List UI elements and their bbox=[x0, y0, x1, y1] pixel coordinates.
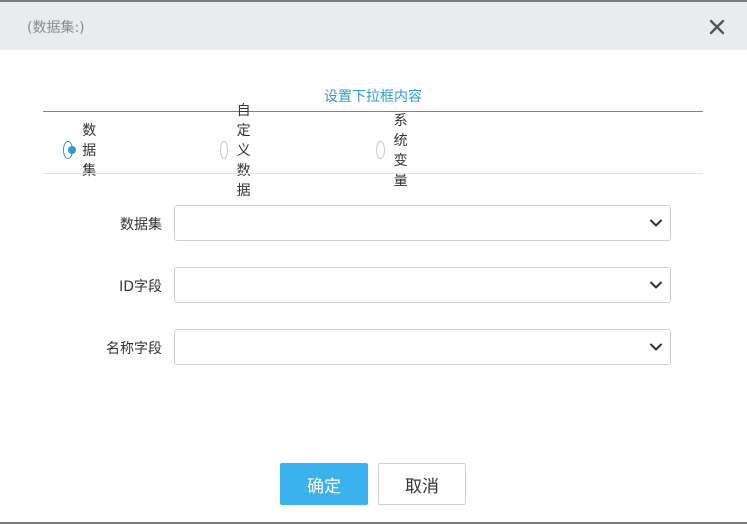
radio-label: 系统变量 bbox=[393, 113, 408, 189]
radio-circle[interactable] bbox=[63, 141, 77, 159]
radio-circle[interactable] bbox=[376, 141, 385, 159]
name-field-select[interactable] bbox=[174, 329, 671, 365]
form-row-id-field: ID字段 bbox=[0, 267, 747, 303]
id-field-select[interactable] bbox=[174, 267, 671, 303]
dataset-select[interactable] bbox=[174, 205, 671, 241]
name-field-label: 名称字段 bbox=[106, 341, 162, 357]
section-underline bbox=[43, 111, 703, 112]
chevron-down-icon bbox=[650, 219, 662, 227]
cancel-button[interactable]: 取消 bbox=[378, 463, 466, 505]
radio-circle[interactable] bbox=[220, 141, 228, 159]
radio-system-variable[interactable]: 系统变量 bbox=[376, 113, 417, 189]
dataset-label: 数据集 bbox=[120, 217, 162, 233]
radio-label: 数据集 bbox=[82, 123, 97, 179]
form-row-name-field: 名称字段 bbox=[0, 329, 747, 365]
id-field-label: ID字段 bbox=[119, 279, 162, 295]
dialog-titlebar: (数据集:) bbox=[0, 2, 747, 50]
dialog-title: (数据集:) bbox=[27, 20, 85, 36]
dialog: (数据集:) 设置下拉框内容 数据集 自定义数据 系统变量 数据集 ID字段 名… bbox=[0, 0, 747, 524]
section-title: 设置下拉框内容 bbox=[324, 89, 422, 105]
form-row-dataset: 数据集 bbox=[0, 205, 747, 241]
radio-custom-data[interactable]: 自定义数据 bbox=[220, 103, 261, 199]
chevron-down-icon bbox=[650, 343, 662, 351]
radio-label: 自定义数据 bbox=[236, 103, 251, 199]
confirm-button[interactable]: 确定 bbox=[280, 463, 368, 505]
radio-dataset[interactable]: 数据集 bbox=[63, 123, 104, 179]
close-icon[interactable] bbox=[706, 16, 728, 38]
chevron-down-icon bbox=[650, 281, 662, 289]
divider bbox=[43, 173, 703, 174]
